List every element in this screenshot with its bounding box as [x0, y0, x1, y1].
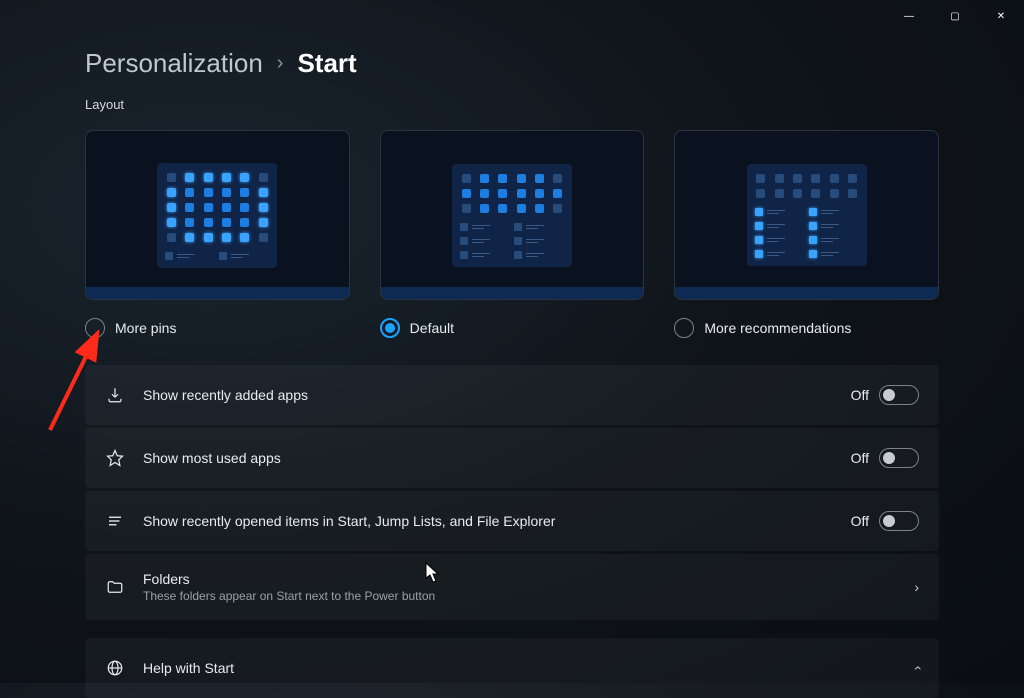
layout-preview-default — [380, 130, 645, 300]
setting-most-used-apps[interactable]: Show most used apps Off — [85, 428, 939, 488]
list-icon — [105, 511, 125, 531]
radio-more-recommendations[interactable] — [674, 318, 694, 338]
minimize-button[interactable]: — — [886, 0, 932, 32]
toggle-label: Off — [851, 450, 869, 466]
setting-folders[interactable]: Folders These folders appear on Start ne… — [85, 554, 939, 620]
setting-recently-added-apps[interactable]: Show recently added apps Off — [85, 365, 939, 425]
chevron-right-icon: › — [277, 52, 284, 75]
radio-more-pins[interactable] — [85, 318, 105, 338]
layout-options-row: More pins — [85, 130, 939, 338]
setting-title: Show recently opened items in Start, Jum… — [143, 513, 833, 529]
window-controls: — ▢ ✕ — [886, 0, 1024, 32]
setting-title: Show recently added apps — [143, 387, 833, 403]
layout-option-default[interactable]: Default — [380, 130, 645, 338]
setting-title: Show most used apps — [143, 450, 833, 466]
breadcrumb: Personalization › Start — [85, 48, 357, 79]
section-label-layout: Layout — [85, 97, 124, 112]
setting-title: Help with Start — [143, 660, 896, 676]
radio-label: More pins — [115, 320, 176, 336]
breadcrumb-current: Start — [297, 48, 356, 79]
layout-option-more-pins[interactable]: More pins — [85, 130, 350, 338]
layout-option-more-recommendations[interactable]: More recommendations — [674, 130, 939, 338]
settings-list: Show recently added apps Off Show most u… — [85, 365, 939, 698]
setting-title: Folders — [143, 571, 896, 587]
radio-label: More recommendations — [704, 320, 851, 336]
chevron-right-icon: › — [914, 579, 919, 595]
toggle-label: Off — [851, 513, 869, 529]
layout-preview-more-pins — [85, 130, 350, 300]
star-icon — [105, 448, 125, 468]
chevron-up-icon: › — [909, 666, 925, 671]
globe-icon — [105, 658, 125, 678]
radio-label: Default — [410, 320, 454, 336]
setting-recently-opened-items[interactable]: Show recently opened items in Start, Jum… — [85, 491, 939, 551]
download-icon — [105, 385, 125, 405]
toggle-most-used[interactable] — [879, 448, 919, 468]
toggle-label: Off — [851, 387, 869, 403]
setting-subtitle: These folders appear on Start next to th… — [143, 589, 896, 603]
breadcrumb-parent[interactable]: Personalization — [85, 48, 263, 79]
folder-icon — [105, 577, 125, 597]
radio-default[interactable] — [380, 318, 400, 338]
layout-preview-more-recommendations — [674, 130, 939, 300]
toggle-recently-opened[interactable] — [879, 511, 919, 531]
close-button[interactable]: ✕ — [978, 0, 1024, 32]
toggle-recently-added[interactable] — [879, 385, 919, 405]
setting-help-with-start[interactable]: Help with Start › — [85, 638, 939, 698]
maximize-button[interactable]: ▢ — [932, 0, 978, 32]
